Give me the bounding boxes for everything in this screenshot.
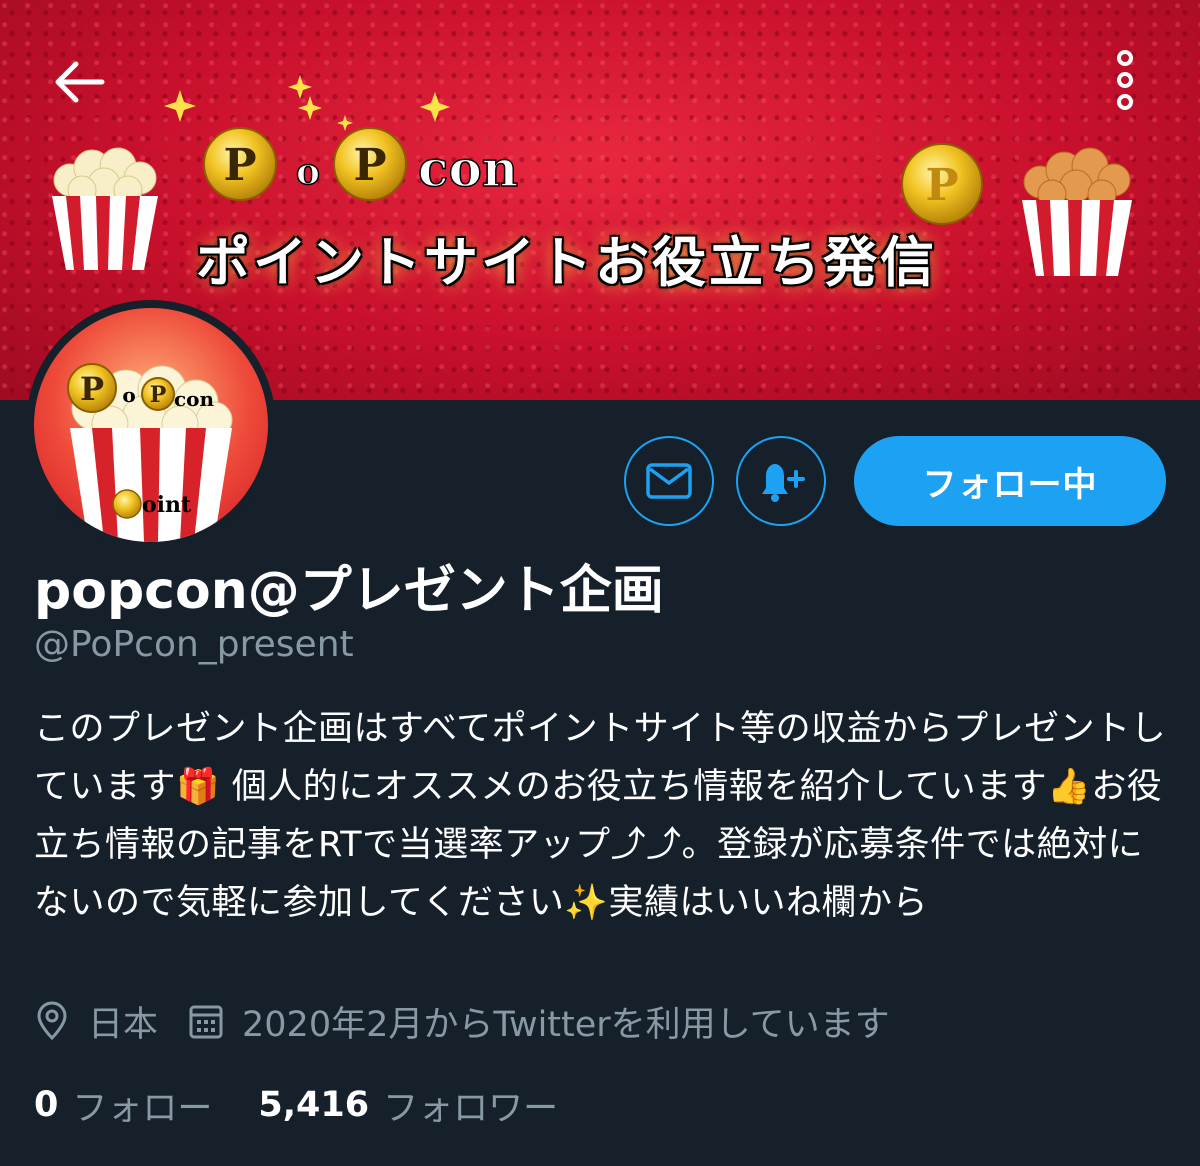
following-count[interactable]: 0	[34, 1085, 58, 1125]
more-options-button[interactable]	[1110, 48, 1140, 112]
following-button[interactable]: フォロー中	[854, 436, 1166, 526]
avatar-logo-o: o	[122, 383, 135, 407]
calendar-icon	[189, 1005, 223, 1039]
more-vertical-icon	[1117, 50, 1133, 110]
back-arrow-icon	[55, 61, 105, 103]
banner-logo-p1: P	[223, 140, 256, 191]
display-name: popcon@プレゼント企画	[34, 561, 664, 621]
message-button[interactable]	[624, 436, 714, 526]
coin-letter: P	[925, 160, 958, 211]
bio-text: 個人的にオススメのお役立ち情報を紹介しています	[220, 767, 1048, 807]
back-button[interactable]	[52, 58, 108, 106]
profile-meta: 日本 2020年2月からTwitterを利用しています	[34, 996, 890, 1046]
mail-icon	[646, 463, 692, 499]
avatar-logo-p2: P	[150, 382, 167, 408]
banner-logo-o: o	[296, 151, 320, 193]
location-pin-icon	[37, 1001, 67, 1041]
gift-emoji: 🎁	[176, 767, 221, 807]
avatar-logo-p1: P	[80, 370, 104, 408]
profile-avatar[interactable]: P o P con oint	[26, 300, 276, 550]
caramel-popcorn-bucket-icon	[1022, 147, 1132, 276]
user-handle: @PoPcon_present	[34, 624, 354, 665]
location-text: 日本	[88, 1004, 159, 1045]
banner-subtitle: ポイントサイトお役立ち発信	[196, 230, 937, 294]
notifications-button[interactable]	[736, 436, 826, 526]
joined-date-text: 2020年2月からTwitterを利用しています	[242, 1004, 890, 1045]
profile-bio: このプレゼント企画はすべてポイントサイト等の収益からプレゼントしています🎁 個人…	[34, 700, 1174, 932]
popcorn-bucket-icon	[52, 147, 158, 270]
sparkles-emoji: ✨	[564, 883, 609, 923]
thumbs-up-emoji: 👍	[1047, 767, 1092, 807]
banner-logo-p2: P	[353, 140, 386, 191]
avatar-logo-con: con	[174, 387, 215, 411]
banner-popcon-logo: P o P con	[203, 127, 519, 201]
avatar-bottom-text: oint	[142, 492, 192, 518]
bell-plus-icon	[762, 464, 805, 502]
bio-text: 実績はいいね欄から	[608, 883, 929, 923]
follow-stats: 0 フォロー 5,416 フォロワー	[34, 1080, 558, 1130]
followers-label[interactable]: フォロワー	[383, 1080, 558, 1131]
avatar-image: P o P con oint	[34, 308, 268, 542]
banner-logo-con: con	[418, 139, 518, 198]
followers-count[interactable]: 5,416	[258, 1085, 369, 1125]
coin-icon: P	[901, 143, 983, 225]
following-label[interactable]: フォロー	[72, 1080, 212, 1131]
